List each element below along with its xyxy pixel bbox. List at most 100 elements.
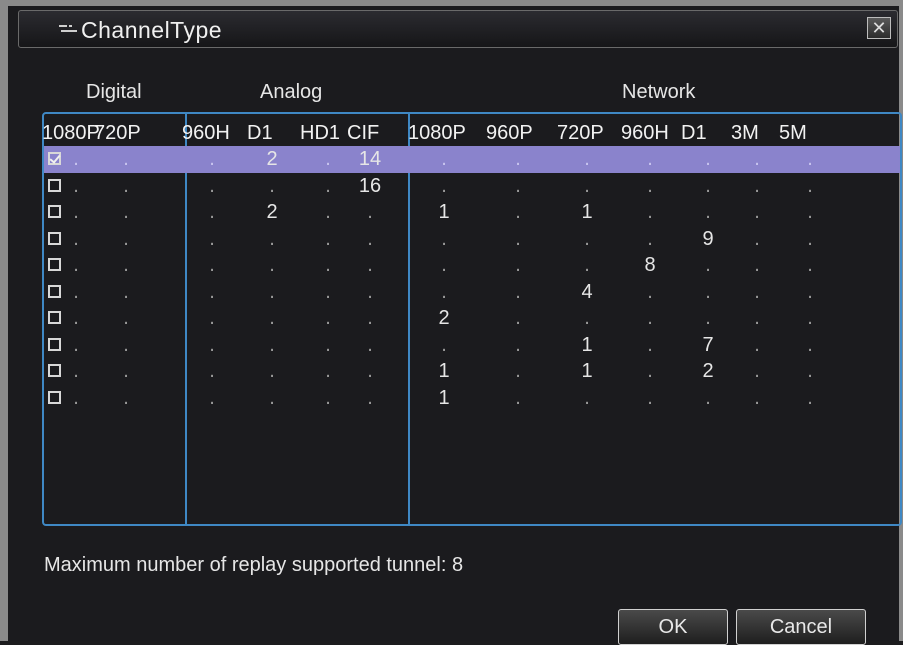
row-checkbox[interactable]	[48, 337, 61, 351]
row-checkbox[interactable]	[48, 152, 61, 165]
channel-count-cell[interactable]: .	[197, 199, 227, 225]
channel-count-cell[interactable]: .	[742, 173, 772, 199]
channel-count-cell[interactable]: .	[742, 199, 772, 225]
channel-count-cell[interactable]: .	[795, 252, 825, 278]
channel-count-cell[interactable]: .	[635, 385, 665, 411]
channel-count-cell[interactable]: .	[313, 385, 343, 411]
channel-count-cell[interactable]: .	[742, 385, 772, 411]
channel-count-cell[interactable]: .	[61, 358, 91, 384]
channel-count-cell[interactable]: .	[572, 226, 602, 252]
channel-count-cell[interactable]: .	[795, 358, 825, 384]
channel-count-cell[interactable]: .	[111, 252, 141, 278]
channel-count-cell[interactable]: .	[429, 279, 459, 305]
channel-count-cell[interactable]: .	[313, 146, 343, 172]
row-checkbox[interactable]	[48, 364, 61, 377]
row-checkbox[interactable]	[48, 390, 61, 404]
close-button[interactable]: ✕	[867, 17, 891, 39]
row-checkbox[interactable]	[48, 311, 61, 324]
channel-count-cell[interactable]: .	[355, 358, 385, 384]
ok-button[interactable]: OK	[618, 609, 728, 645]
channel-count-cell[interactable]: .	[635, 358, 665, 384]
channel-count-cell[interactable]: .	[503, 332, 533, 358]
channel-count-cell[interactable]: .	[355, 332, 385, 358]
channel-count-cell[interactable]: .	[197, 252, 227, 278]
channel-count-cell[interactable]: .	[742, 332, 772, 358]
table-row[interactable]: ........ 4....	[44, 279, 900, 306]
channel-count-cell[interactable]: .	[111, 385, 141, 411]
channel-count-cell[interactable]: .	[795, 173, 825, 199]
channel-count-cell[interactable]: .	[257, 226, 287, 252]
channel-count-cell[interactable]: .	[111, 146, 141, 172]
channel-count-cell[interactable]: .	[61, 305, 91, 331]
channel-count-cell[interactable]: .	[61, 332, 91, 358]
channel-count-cell[interactable]: .	[795, 226, 825, 252]
channel-count-cell[interactable]: .	[742, 279, 772, 305]
channel-count-cell[interactable]: .	[503, 146, 533, 172]
channel-count-cell[interactable]: .	[61, 385, 91, 411]
channel-count-cell[interactable]: .	[313, 199, 343, 225]
channel-count-cell[interactable]: .	[693, 252, 723, 278]
channel-count-cell[interactable]: .	[635, 332, 665, 358]
channel-count-cell[interactable]: .	[355, 305, 385, 331]
channel-count-cell[interactable]: .	[61, 279, 91, 305]
channel-count-cell[interactable]: .	[503, 252, 533, 278]
channel-count-cell[interactable]: 8	[635, 252, 665, 278]
channel-count-cell[interactable]: .	[795, 146, 825, 172]
channel-count-cell[interactable]: .	[635, 173, 665, 199]
channel-count-cell[interactable]: 1	[429, 358, 459, 384]
channel-count-cell[interactable]: .	[313, 305, 343, 331]
channel-count-cell[interactable]: .	[111, 199, 141, 225]
channel-count-cell[interactable]: 2	[257, 146, 287, 172]
channel-count-cell[interactable]: .	[742, 146, 772, 172]
channel-count-cell[interactable]: .	[795, 332, 825, 358]
channel-count-cell[interactable]: .	[111, 279, 141, 305]
channel-count-cell[interactable]: .	[503, 385, 533, 411]
channel-count-cell[interactable]: .	[795, 385, 825, 411]
channel-count-cell[interactable]: .	[257, 385, 287, 411]
channel-count-cell[interactable]: .	[572, 252, 602, 278]
channel-count-cell[interactable]: .	[503, 173, 533, 199]
channel-count-cell[interactable]: .	[257, 173, 287, 199]
channel-count-cell[interactable]: .	[635, 146, 665, 172]
channel-count-cell[interactable]: .	[429, 173, 459, 199]
table-row[interactable]: ... 2. 14.......	[44, 146, 900, 173]
channel-count-cell[interactable]: .	[795, 199, 825, 225]
table-row[interactable]: .......... 9..	[44, 226, 900, 253]
channel-count-cell[interactable]: .	[355, 226, 385, 252]
table-row[interactable]: ... 2.. 1. 1....	[44, 199, 900, 226]
channel-count-cell[interactable]: .	[693, 173, 723, 199]
channel-count-cell[interactable]: 1	[429, 385, 459, 411]
channel-count-cell[interactable]: .	[111, 226, 141, 252]
channel-count-cell[interactable]: .	[111, 332, 141, 358]
row-checkbox[interactable]	[48, 205, 61, 218]
channel-count-cell[interactable]: .	[693, 146, 723, 172]
channel-count-cell[interactable]: .	[693, 305, 723, 331]
channel-count-cell[interactable]: .	[313, 173, 343, 199]
table-row[interactable]: ..... 16.......	[44, 173, 900, 200]
channel-count-cell[interactable]: .	[197, 385, 227, 411]
channel-count-cell[interactable]: .	[635, 279, 665, 305]
channel-count-cell[interactable]: 1	[572, 199, 602, 225]
table-row[interactable]: ........ 1. 7..	[44, 332, 900, 359]
channel-count-cell[interactable]: .	[61, 226, 91, 252]
channel-count-cell[interactable]: .	[503, 199, 533, 225]
channel-count-cell[interactable]: .	[313, 279, 343, 305]
channel-count-cell[interactable]: .	[355, 279, 385, 305]
row-checkbox[interactable]	[48, 284, 61, 298]
channel-count-cell[interactable]: .	[257, 279, 287, 305]
channel-count-cell[interactable]: .	[111, 305, 141, 331]
channel-count-cell[interactable]: .	[635, 226, 665, 252]
channel-count-cell[interactable]: .	[313, 226, 343, 252]
channel-count-cell[interactable]: 9	[693, 226, 723, 252]
row-checkbox[interactable]	[48, 258, 61, 271]
channel-count-cell[interactable]: .	[197, 146, 227, 172]
channel-count-cell[interactable]: 1	[429, 199, 459, 225]
channel-count-cell[interactable]: .	[693, 385, 723, 411]
channel-count-cell[interactable]: .	[197, 358, 227, 384]
channel-count-cell[interactable]: .	[257, 358, 287, 384]
channel-count-cell[interactable]: 2	[429, 305, 459, 331]
channel-count-cell[interactable]: 2	[693, 358, 723, 384]
channel-count-cell[interactable]: 2	[257, 199, 287, 225]
channel-count-cell[interactable]: .	[61, 199, 91, 225]
channel-count-cell[interactable]: .	[355, 385, 385, 411]
